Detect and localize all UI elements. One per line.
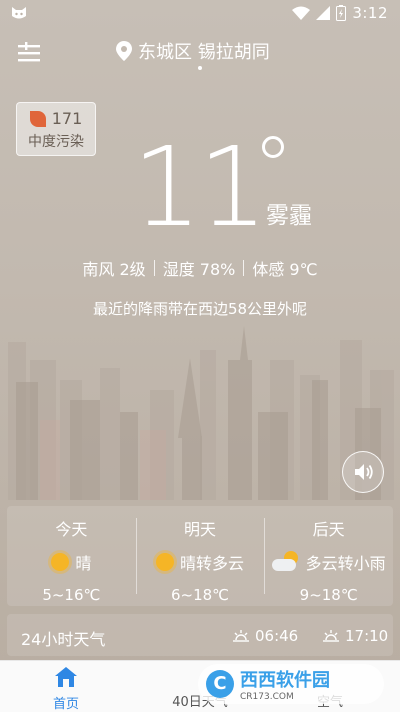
forecast-day-after[interactable]: 后天 多云转小雨 9~18℃ xyxy=(264,506,393,606)
current-temperature: 11 xyxy=(132,123,268,251)
sunrise-info: 06:46 xyxy=(233,627,298,645)
app-notification-icon xyxy=(12,7,26,19)
divider xyxy=(153,260,155,276)
city-skyline-background xyxy=(0,320,400,500)
sunset-time: 17:10 xyxy=(345,627,389,645)
rain-note[interactable]: 最近的降雨带在西边58公里外呢 xyxy=(0,298,400,319)
forecast-condition: 晴 xyxy=(75,554,92,573)
hourly-weather-section[interactable]: 24小时天气 06:46 17:10 xyxy=(7,614,393,656)
city-manage-icon[interactable] xyxy=(18,42,44,64)
wind-info: 南风 2级 xyxy=(82,260,146,279)
forecast-day: 今天 xyxy=(55,520,88,539)
aqi-label: 中度污染 xyxy=(28,134,84,150)
forecast-tomorrow[interactable]: 明天 晴转多云 6~18℃ xyxy=(135,506,265,606)
humidity-info: 湿度 78% xyxy=(162,260,236,279)
forecast-condition: 多云转小雨 xyxy=(305,554,386,573)
speaker-icon xyxy=(355,464,373,480)
aqi-value: 171 xyxy=(51,109,83,128)
home-icon xyxy=(55,667,77,687)
degree-icon xyxy=(262,136,284,158)
forecast-condition: 晴转多云 xyxy=(180,554,245,573)
status-bar: 3:12 xyxy=(0,0,400,28)
forecast-temp: 5~16℃ xyxy=(42,586,101,604)
sunset-info: 17:10 xyxy=(323,627,388,645)
status-icons: 3:12 xyxy=(292,4,388,22)
watermark-url: CR173.COM xyxy=(240,692,294,702)
forecast-day: 后天 xyxy=(312,520,345,539)
battery-icon xyxy=(336,5,347,21)
forecast-today[interactable]: 今天 晴 5~16℃ xyxy=(7,506,136,606)
feels-like-info: 体感 9℃ xyxy=(252,260,318,279)
sun-icon xyxy=(156,553,174,571)
current-details: 南风 2级 湿度 78% 体感 9℃ xyxy=(0,256,400,280)
cloud-sun-icon xyxy=(271,551,300,573)
location-pin-icon xyxy=(116,41,132,61)
forecast-temp: 9~18℃ xyxy=(299,586,358,604)
forecast-temp: 6~18℃ xyxy=(170,586,230,604)
tab-home[interactable]: 首页 xyxy=(26,661,106,712)
tab-home-label: 首页 xyxy=(52,697,79,712)
top-bar: 东城区 锡拉胡同 xyxy=(0,36,400,72)
voice-broadcast-button[interactable] xyxy=(342,451,384,493)
daily-forecast: 今天 晴 5~16℃ 明天 晴转多云 6~18℃ 后天 多云转小雨 9~18℃ xyxy=(7,506,393,606)
current-condition: 雾霾 xyxy=(266,203,312,229)
page-indicator-dot xyxy=(198,66,202,70)
hourly-title: 24小时天气 xyxy=(21,630,106,649)
sunrise-icon xyxy=(233,630,249,642)
signal-icon xyxy=(316,6,331,20)
leaf-icon xyxy=(29,110,46,127)
sunrise-time: 06:46 xyxy=(255,627,299,645)
watermark-brand: 西西软件园 CR173.COM xyxy=(240,670,330,702)
sunset-icon xyxy=(323,630,339,642)
watermark-logo: C 西西软件园 CR173.COM xyxy=(198,664,384,704)
status-time: 3:12 xyxy=(352,4,388,22)
aqi-badge[interactable]: 171 中度污染 xyxy=(16,102,96,156)
divider xyxy=(243,260,245,276)
wifi-icon xyxy=(292,6,311,20)
location-selector[interactable]: 东城区 锡拉胡同 xyxy=(116,38,270,64)
forecast-day: 明天 xyxy=(184,520,217,539)
watermark-icon: C xyxy=(206,670,234,698)
sun-icon xyxy=(51,553,70,571)
location-name: 东城区 锡拉胡同 xyxy=(138,42,270,63)
